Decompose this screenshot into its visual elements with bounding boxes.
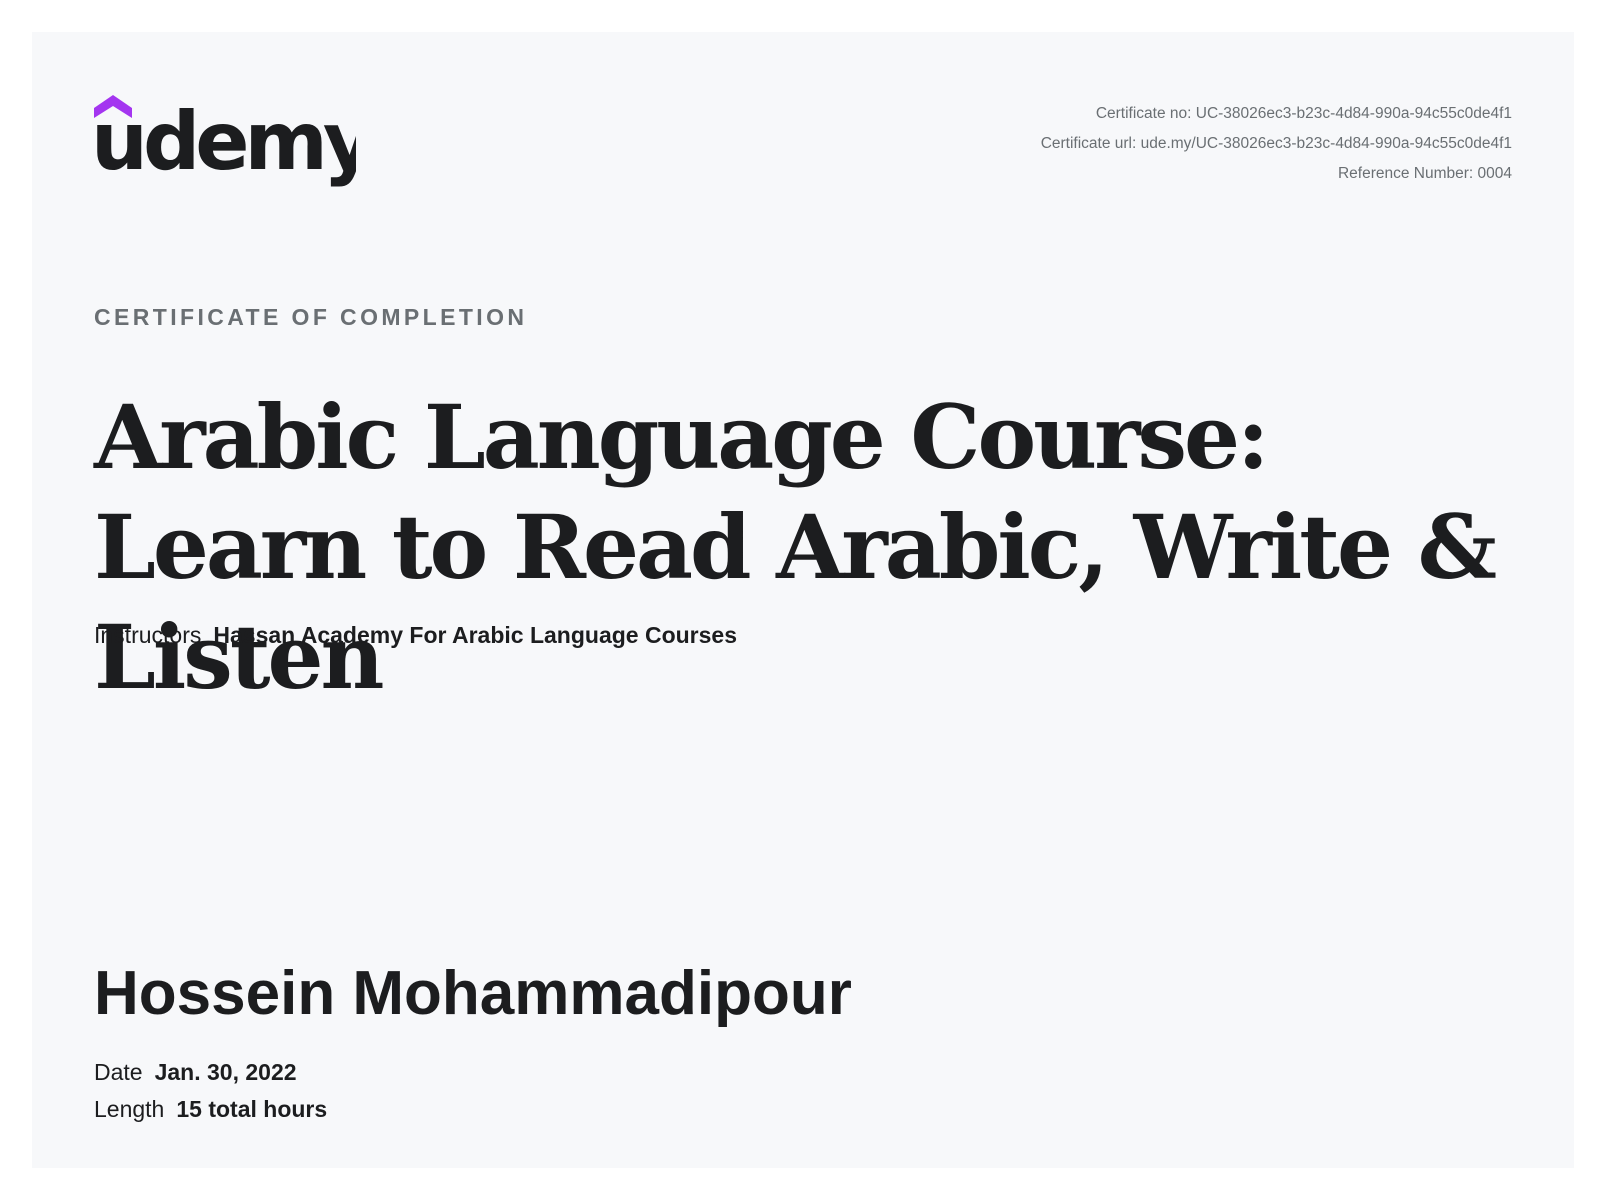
- reference-number: Reference Number: 0004: [1337, 165, 1512, 182]
- udemy-logo: udemy: [94, 94, 356, 194]
- instructors-row: Instructors Hassan Academy For Arabic Lan…: [94, 622, 737, 649]
- instructors-label: Instructors: [94, 622, 202, 648]
- certificate-meta: Certificate no: UC-38026ec3-b23c-4d84-99…: [1041, 99, 1512, 189]
- instructors-value: Hassan Academy For Arabic Language Cours…: [213, 622, 738, 648]
- certificate-eyebrow: CERTIFICATE OF COMPLETION: [94, 304, 528, 330]
- course-title: Arabic Language Course: Learn to Read Ar…: [94, 385, 1497, 709]
- date-row: Date Jan. 30, 2022: [94, 1059, 297, 1086]
- length-value: 15 total hours: [176, 1096, 328, 1122]
- udemy-logo-icon: udemy: [94, 95, 356, 188]
- certificate-number: Certificate no: UC-38026ec3-b23c-4d84-99…: [1095, 105, 1512, 122]
- date-label: Date: [94, 1059, 143, 1085]
- date-value: Jan. 30, 2022: [154, 1059, 297, 1085]
- length-label: Length: [94, 1096, 165, 1122]
- length-row: Length 15 total hours: [94, 1096, 327, 1123]
- logo-wordmark: udemy: [94, 95, 356, 188]
- certificate-url: Certificate url: ude.my/UC-38026ec3-b23c…: [1040, 135, 1512, 152]
- recipient-name: Hossein Mohammadipour: [94, 959, 852, 1028]
- certificate-card: udemy Certificate no: UC-38026ec3-b23c-4…: [32, 32, 1574, 1168]
